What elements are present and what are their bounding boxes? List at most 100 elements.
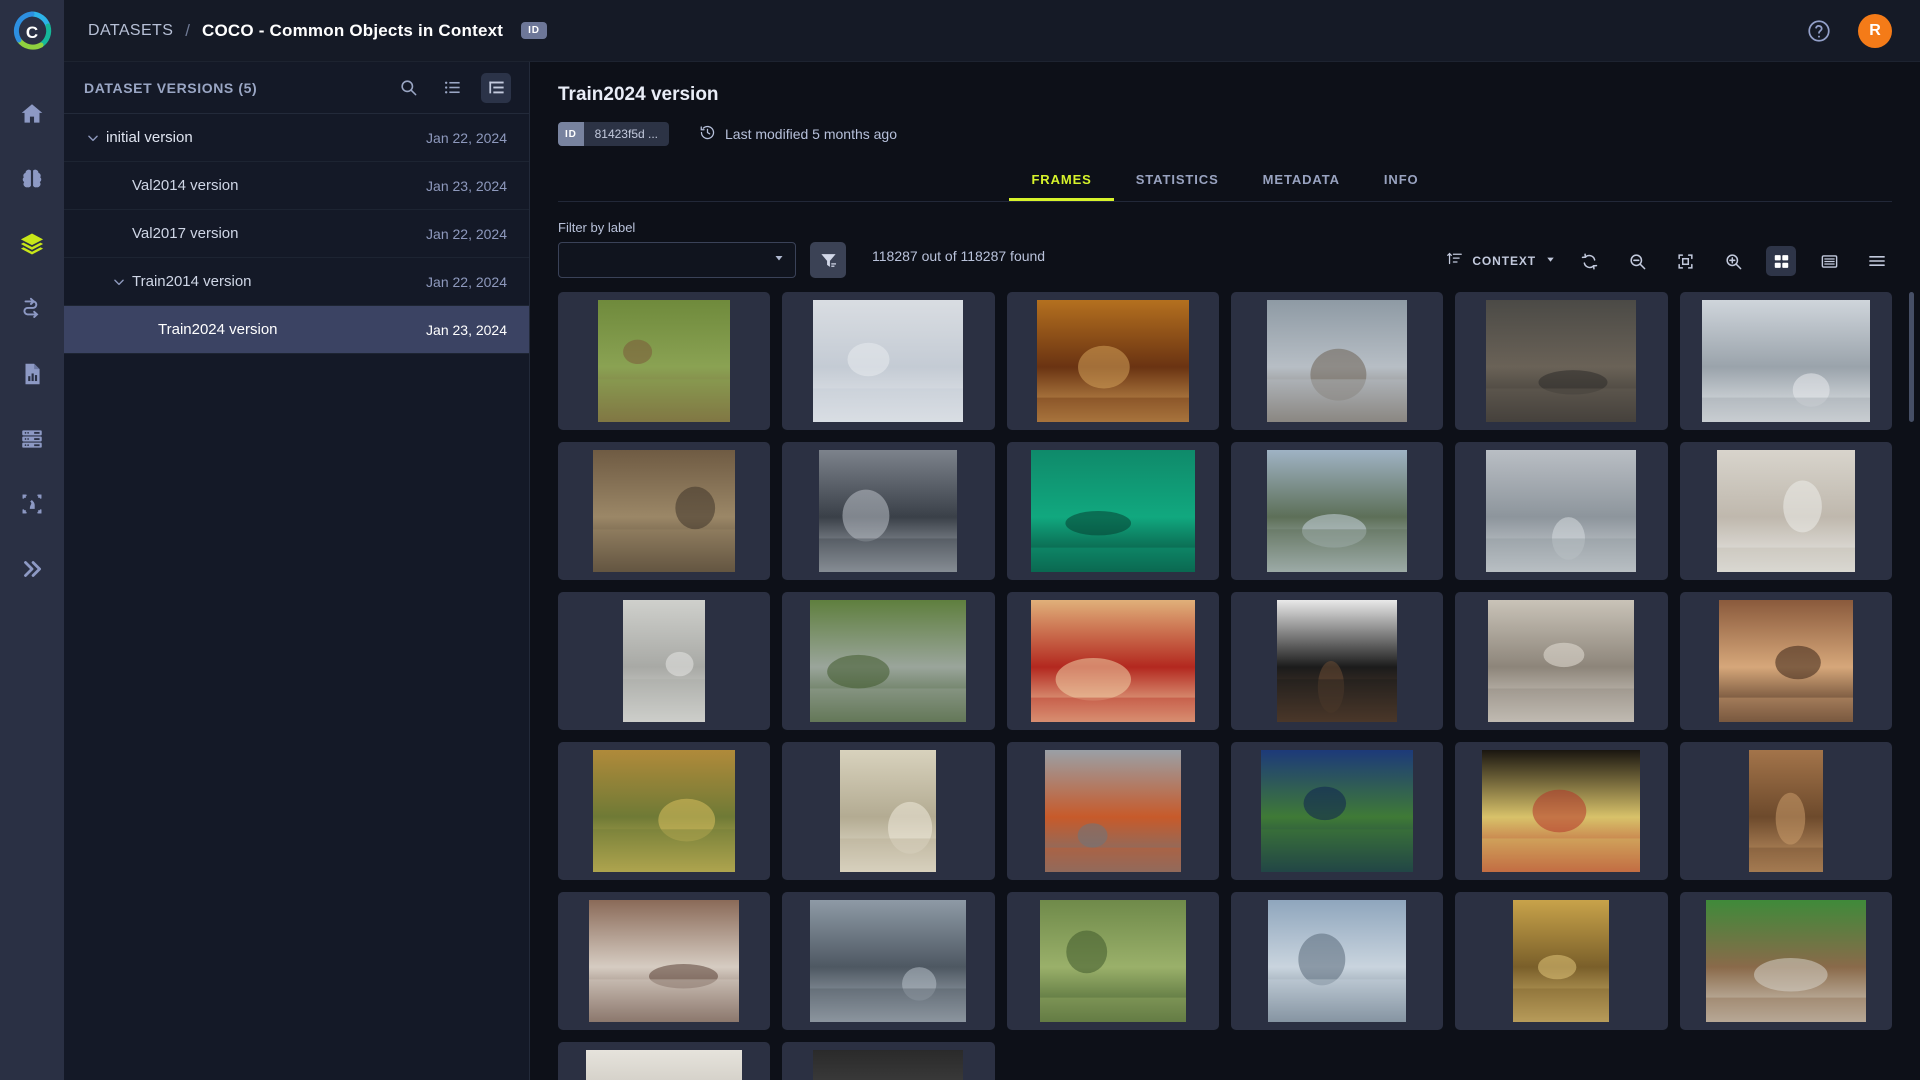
refresh-icon[interactable] bbox=[1574, 246, 1604, 276]
frame-thumbnail: people sitting on a beach bbox=[1486, 450, 1637, 572]
frame-card[interactable]: person carrying green crates bbox=[1679, 892, 1892, 1030]
versions-actions bbox=[393, 72, 511, 103]
sort-ascending-icon[interactable] bbox=[1446, 250, 1463, 272]
frame-card[interactable]: donuts with sprinkles bbox=[1006, 292, 1219, 430]
breadcrumb: DATASETS / COCO - Common Objects in Cont… bbox=[88, 21, 547, 41]
frame-card[interactable]: herd of sheep on a country road bbox=[782, 592, 995, 730]
user-avatar[interactable]: R bbox=[1858, 13, 1892, 48]
frame-card[interactable]: highway sign with cars and sky bbox=[1230, 442, 1444, 580]
grid-view-icon[interactable] bbox=[1766, 246, 1796, 276]
frame-thumbnail: youth soccer team photo bbox=[1261, 750, 1414, 872]
tab-frames[interactable]: FRAMES bbox=[1009, 158, 1114, 201]
frame-card[interactable]: people walking in a corridor bbox=[1455, 892, 1668, 1030]
tab-info[interactable]: INFO bbox=[1362, 158, 1441, 201]
frame-thumbnail: empty hallway with door bbox=[1488, 600, 1635, 722]
frame-card[interactable]: person walking by brick wall bbox=[1679, 742, 1892, 880]
frame-thumbnail: dark panoramic strip bbox=[813, 1050, 964, 1080]
frames-grid-wrapper[interactable]: horse grazing in a green field snowboarde… bbox=[530, 278, 1920, 1080]
frame-card[interactable]: traffic cones and ramp sign bbox=[1006, 742, 1219, 880]
frame-card[interactable]: dark panoramic strip bbox=[782, 1042, 995, 1080]
frame-card[interactable]: horse in a green pasture with tree bbox=[1006, 892, 1219, 1030]
version-row-val2017[interactable]: Val2017 version Jan 22, 2024 bbox=[64, 210, 529, 258]
top-bar-actions: R bbox=[1806, 13, 1920, 48]
tree-view-icon[interactable] bbox=[481, 72, 511, 103]
nav-reports[interactable] bbox=[0, 342, 64, 406]
versions-title: DATASET VERSIONS (5) bbox=[84, 79, 258, 96]
version-id-chip[interactable]: ID 81423f5d ... bbox=[558, 122, 669, 146]
frame-thumbnail: ducks swimming on the water bbox=[810, 900, 967, 1022]
version-row-train2024[interactable]: Train2024 version Jan 23, 2024 bbox=[64, 306, 529, 354]
frame-thumbnail: train station interior glass roof bbox=[1701, 300, 1870, 422]
list-view-icon[interactable] bbox=[437, 73, 467, 103]
frame-card[interactable]: bathroom with shower curtain bbox=[558, 592, 771, 730]
frame-thumbnail: store shelves with goods bbox=[593, 450, 736, 572]
label-filter-select[interactable] bbox=[558, 242, 796, 278]
chevron-down-icon[interactable] bbox=[1545, 252, 1556, 270]
frame-card[interactable]: man eating a sandwich bbox=[1679, 592, 1892, 730]
version-name: Train2024 version bbox=[158, 321, 278, 338]
frame-card[interactable]: store shelves with goods bbox=[558, 442, 771, 580]
frame-card[interactable]: vintage framed photograph bbox=[782, 742, 995, 880]
frame-card[interactable]: living room with sofa and rug bbox=[558, 892, 771, 1030]
frame-card[interactable]: hot dog with ketchup held in hand bbox=[1006, 592, 1219, 730]
apply-filter-button[interactable] bbox=[810, 242, 846, 278]
nav-annotations[interactable] bbox=[0, 472, 64, 536]
zoom-out-icon[interactable] bbox=[1622, 246, 1652, 276]
frame-card[interactable]: snowboarder jumping in snow bbox=[782, 292, 995, 430]
nav-home[interactable] bbox=[0, 82, 64, 146]
nav-expand[interactable] bbox=[0, 537, 64, 601]
version-row-initial[interactable]: initial version Jan 22, 2024 bbox=[64, 114, 529, 162]
nav-datasets[interactable] bbox=[0, 212, 64, 276]
sort-context-control[interactable]: CONTEXT bbox=[1446, 250, 1556, 272]
breadcrumb-datasets[interactable]: DATASETS bbox=[88, 22, 173, 40]
help-circle-icon[interactable] bbox=[1806, 18, 1832, 44]
row-view-icon[interactable] bbox=[1814, 246, 1844, 276]
frame-card[interactable]: youth soccer team photo bbox=[1230, 742, 1444, 880]
frame-card[interactable]: train station interior glass roof bbox=[1679, 292, 1892, 430]
found-count: 118287 out of 118287 found bbox=[872, 248, 1046, 264]
versions-header: DATASET VERSIONS (5) bbox=[64, 62, 529, 114]
chevron-down-icon[interactable] bbox=[773, 251, 785, 269]
frame-card[interactable]: old suitcase on wet ground bbox=[1455, 292, 1668, 430]
frame-card[interactable]: bowl of fruit on dark table bbox=[1455, 742, 1668, 880]
version-row-val2014[interactable]: Val2014 version Jan 23, 2024 bbox=[64, 162, 529, 210]
frame-card[interactable]: people sitting on a beach bbox=[1455, 442, 1668, 580]
view-toolbar: CONTEXT bbox=[1446, 246, 1892, 278]
tab-statistics[interactable]: STATISTICS bbox=[1114, 158, 1241, 201]
versions-list: initial version Jan 22, 2024 Val2014 ver… bbox=[64, 114, 529, 354]
body: DATASET VERSIONS (5) initial version Jan… bbox=[0, 62, 1920, 1080]
zoom-in-icon[interactable] bbox=[1718, 246, 1748, 276]
fit-to-screen-icon[interactable] bbox=[1670, 246, 1700, 276]
frame-thumbnail: donuts with sprinkles bbox=[1036, 300, 1189, 422]
frame-card[interactable]: ducks swimming on the water bbox=[782, 892, 995, 1030]
frame-card[interactable]: airport tarmac with airplanes bbox=[1230, 892, 1444, 1030]
search-icon[interactable] bbox=[393, 73, 423, 103]
nav-pipelines[interactable] bbox=[0, 277, 64, 341]
app-root: C DATASETS / COCO - Common Objects in Co… bbox=[0, 0, 1920, 1080]
frame-card[interactable]: market fruit stall with people bbox=[558, 742, 771, 880]
version-row-train2014[interactable]: Train2014 version Jan 22, 2024 bbox=[64, 258, 529, 306]
tab-metadata[interactable]: METADATA bbox=[1241, 158, 1362, 201]
frame-card[interactable]: motorcycle police on city street bbox=[782, 442, 995, 580]
frame-card[interactable]: dog on checkered floor bbox=[1230, 592, 1444, 730]
version-title: Train2024 version bbox=[558, 84, 719, 105]
app-logo[interactable]: C bbox=[0, 0, 64, 62]
frame-card[interactable]: green train carriage interior bbox=[1006, 442, 1219, 580]
nav-models[interactable] bbox=[0, 147, 64, 211]
main-header: Train2024 version ID 81423f5d ... Last m… bbox=[530, 62, 1920, 202]
frame-card[interactable]: kites flying over desert bbox=[1679, 442, 1892, 580]
chevron-down-icon[interactable] bbox=[80, 131, 106, 145]
nav-resources[interactable] bbox=[0, 407, 64, 471]
dataset-id-badge[interactable]: ID bbox=[521, 22, 547, 39]
frame-thumbnail: snowboarder jumping in snow bbox=[813, 300, 964, 422]
hamburger-menu-icon[interactable] bbox=[1862, 246, 1892, 276]
chevron-down-icon[interactable] bbox=[106, 275, 132, 289]
frame-card[interactable]: horse grazing in a green field bbox=[558, 292, 771, 430]
filter-label: Filter by label bbox=[558, 220, 636, 235]
frame-card[interactable]: abandoned boat on mudflat bbox=[1230, 292, 1444, 430]
last-modified-text: Last modified 5 months ago bbox=[725, 126, 897, 142]
grid-scrollbar[interactable] bbox=[1909, 292, 1914, 422]
frame-card[interactable]: empty hallway with door bbox=[1455, 592, 1668, 730]
frame-card[interactable]: white wall and ceiling bbox=[558, 1042, 771, 1080]
filter-bar: Filter by label 118287 out of 118287 fou… bbox=[530, 202, 1920, 278]
